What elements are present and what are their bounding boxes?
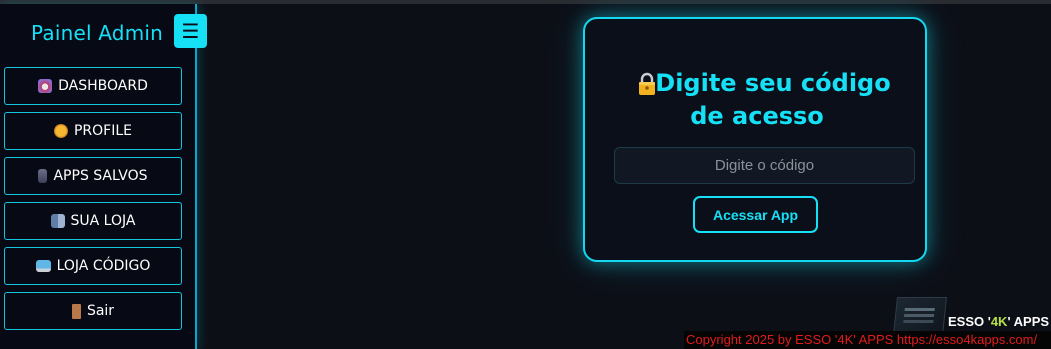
laptop-icon xyxy=(35,260,51,272)
access-code-card: Digite seu código de acesso Acessar App xyxy=(583,17,927,262)
sidebar-item-label: APPS SALVOS xyxy=(53,168,148,184)
store-icon xyxy=(50,214,65,228)
access-app-button[interactable]: Acessar App xyxy=(693,196,818,233)
sidebar-title: Painel Admin xyxy=(31,21,164,45)
logo-text: ESSO '4K' APPS xyxy=(948,314,1050,329)
brand-logo: ESSO '4K' APPS xyxy=(893,297,1051,335)
door-icon xyxy=(71,303,81,319)
access-code-title: Digite seu código de acesso xyxy=(655,69,891,130)
sidebar-item-label: Sair xyxy=(86,303,115,319)
robot-icon xyxy=(38,79,53,93)
sidebar-item-apps-salvos[interactable]: APPS SALVOS xyxy=(4,157,182,195)
sidebar-item-label: LOJA CÓDIGO xyxy=(56,258,151,274)
phone-icon xyxy=(38,169,48,183)
access-code-input[interactable] xyxy=(614,147,915,184)
logo-graphic xyxy=(893,297,947,335)
menu-toggle-button[interactable]: ☰ xyxy=(174,14,207,48)
sidebar-item-dashboard[interactable]: DASHBOARD xyxy=(4,67,182,105)
sidebar-item-label: PROFILE xyxy=(73,123,133,139)
sidebar-item-sua-loja[interactable]: SUA LOJA xyxy=(4,202,182,240)
copyright-link[interactable]: Copyright 2025 by ESSO '4K' APPS https:/… xyxy=(684,331,1051,349)
sidebar-item-profile[interactable]: PROFILE xyxy=(4,112,182,150)
face-icon xyxy=(53,124,68,138)
sidebar-item-sair[interactable]: Sair xyxy=(4,292,182,330)
sidebar: Painel Admin ☰ DASHBOARD PROFILE APPS SA… xyxy=(0,4,207,349)
sidebar-nav: DASHBOARD PROFILE APPS SALVOS SUA LOJA L… xyxy=(4,67,182,337)
sidebar-item-label: DASHBOARD xyxy=(58,78,148,94)
sidebar-item-loja-codigo[interactable]: LOJA CÓDIGO xyxy=(4,247,182,285)
sidebar-item-label: SUA LOJA xyxy=(70,213,136,229)
